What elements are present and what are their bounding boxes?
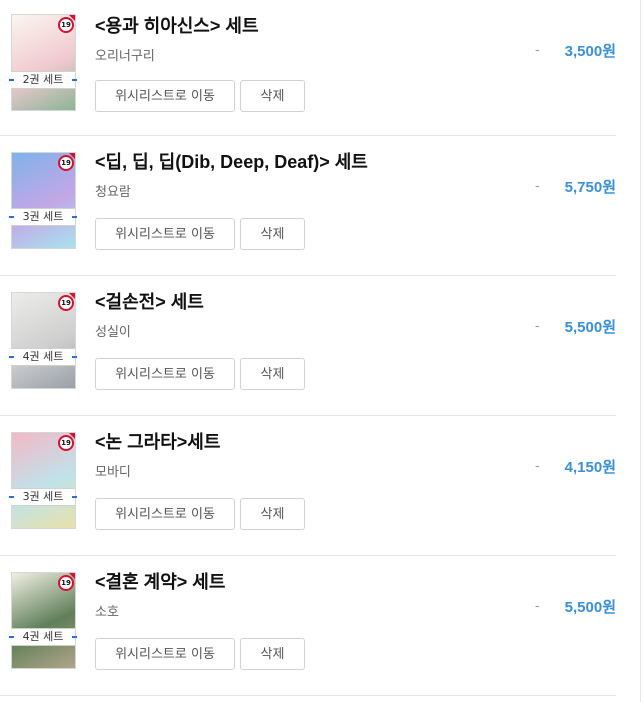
- item-author[interactable]: 성실이: [95, 321, 131, 340]
- set-count-tag: 3권 세트: [9, 208, 77, 226]
- item-author[interactable]: 모바디: [95, 461, 131, 480]
- delete-button[interactable]: 삭제: [240, 638, 305, 670]
- item-price: 3,500원: [564, 43, 616, 60]
- book-cover[interactable]: 19: [11, 572, 76, 669]
- item-price: 4,150원: [564, 459, 616, 476]
- cart-item: 19 3권 세트 <딥, 딥, 딥(Dib, Deep, Deaf)> 세트 청…: [0, 136, 616, 276]
- move-to-wishlist-button[interactable]: 위시리스트로 이동: [95, 358, 235, 390]
- book-cover[interactable]: 19: [11, 152, 76, 249]
- book-cover[interactable]: 19: [11, 292, 76, 389]
- book-cover[interactable]: 19: [11, 432, 76, 529]
- set-count-tag: 4권 세트: [9, 348, 77, 366]
- item-author[interactable]: 소호: [95, 601, 119, 620]
- item-title[interactable]: <결혼 계약> 세트: [95, 568, 225, 594]
- discount-placeholder: -: [535, 179, 540, 194]
- cart-item: 19 2권 세트 <용과 히아신스> 세트 오리너구리 - 3,500원 위시리…: [0, 0, 616, 136]
- move-to-wishlist-button[interactable]: 위시리스트로 이동: [95, 80, 235, 112]
- discount-placeholder: -: [535, 319, 540, 334]
- item-price: 5,500원: [564, 599, 616, 616]
- adult-rating-badge: 19: [58, 17, 74, 33]
- item-title[interactable]: <용과 히아신스> 세트: [95, 12, 259, 38]
- move-to-wishlist-button[interactable]: 위시리스트로 이동: [95, 218, 235, 250]
- adult-rating-badge: 19: [58, 575, 74, 591]
- item-price: 5,500원: [564, 319, 616, 336]
- delete-button[interactable]: 삭제: [240, 218, 305, 250]
- delete-button[interactable]: 삭제: [240, 498, 305, 530]
- set-count-tag: 4권 세트: [9, 628, 77, 646]
- page-edge-divider: [640, 0, 641, 702]
- cart-item-list: 19 2권 세트 <용과 히아신스> 세트 오리너구리 - 3,500원 위시리…: [0, 0, 616, 696]
- item-author[interactable]: 청요람: [95, 181, 131, 200]
- set-count-tag: 2권 세트: [9, 71, 77, 89]
- adult-rating-badge: 19: [58, 435, 74, 451]
- delete-button[interactable]: 삭제: [240, 358, 305, 390]
- cart-item: 19 3권 세트 <논 그라타>세트 모바디 - 4,150원 위시리스트로 이…: [0, 416, 616, 556]
- discount-placeholder: -: [535, 43, 540, 58]
- cart-item: 19 4권 세트 <결혼 계약> 세트 소호 - 5,500원 위시리스트로 이…: [0, 556, 616, 696]
- delete-button[interactable]: 삭제: [240, 80, 305, 112]
- move-to-wishlist-button[interactable]: 위시리스트로 이동: [95, 638, 235, 670]
- cart-item: 19 4권 세트 <걸손전> 세트 성실이 - 5,500원 위시리스트로 이동…: [0, 276, 616, 416]
- discount-placeholder: -: [535, 599, 540, 614]
- item-title[interactable]: <논 그라타>세트: [95, 428, 220, 454]
- adult-rating-badge: 19: [58, 295, 74, 311]
- item-price: 5,750원: [564, 179, 616, 196]
- book-cover[interactable]: 19: [11, 14, 76, 111]
- discount-placeholder: -: [535, 459, 540, 474]
- set-count-tag: 3권 세트: [9, 488, 77, 506]
- item-title[interactable]: <딥, 딥, 딥(Dib, Deep, Deaf)> 세트: [95, 148, 368, 174]
- adult-rating-badge: 19: [58, 155, 74, 171]
- item-title[interactable]: <걸손전> 세트: [95, 288, 204, 314]
- move-to-wishlist-button[interactable]: 위시리스트로 이동: [95, 498, 235, 530]
- item-author[interactable]: 오리너구리: [95, 45, 155, 64]
